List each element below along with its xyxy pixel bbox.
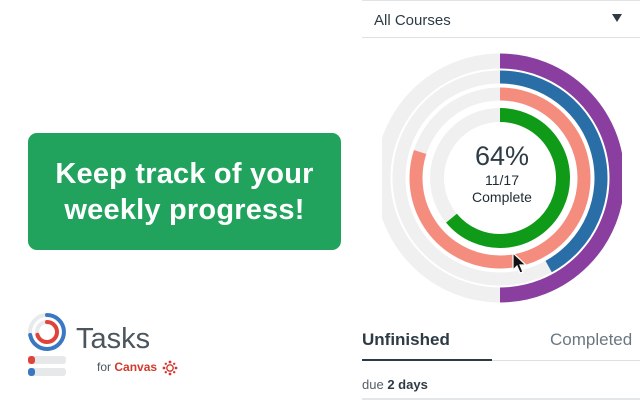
banner-line-2: weekly progress! bbox=[64, 193, 305, 226]
task-tabs: Unfinished Completed bbox=[362, 322, 640, 362]
progress-complete-label: Complete bbox=[472, 189, 532, 205]
tasks-panel: All Courses 64% 11/17 Complete Unfinishe… bbox=[362, 0, 640, 400]
progress-summary: 64% 11/17 Complete bbox=[400, 140, 604, 206]
course-select-value: All Courses bbox=[374, 12, 451, 29]
tab-active-indicator bbox=[362, 359, 492, 361]
due-label: due 2 days bbox=[362, 377, 428, 392]
banner-line-1: Keep track of your bbox=[55, 157, 314, 190]
tasks-logo: Tasks for Canvas bbox=[26, 312, 196, 382]
progress-percent: 64% bbox=[474, 141, 530, 171]
mouse-pointer-icon bbox=[512, 252, 528, 274]
tasks-logo-icon bbox=[28, 313, 66, 376]
promo-banner: Keep track of your weekly progress! bbox=[28, 133, 341, 250]
logo-title: Tasks bbox=[76, 323, 151, 355]
progress-fraction: 11/17 bbox=[485, 172, 519, 188]
tab-completed[interactable]: Completed bbox=[550, 330, 632, 350]
course-select[interactable]: All Courses bbox=[362, 2, 640, 38]
tab-unfinished[interactable]: Unfinished bbox=[362, 330, 450, 350]
canvas-logo-icon bbox=[162, 360, 178, 376]
chevron-down-icon bbox=[612, 14, 622, 22]
panel-divider bbox=[362, 0, 640, 1]
logo-subtitle: for Canvas bbox=[97, 360, 158, 374]
due-value: 2 days bbox=[387, 377, 428, 392]
